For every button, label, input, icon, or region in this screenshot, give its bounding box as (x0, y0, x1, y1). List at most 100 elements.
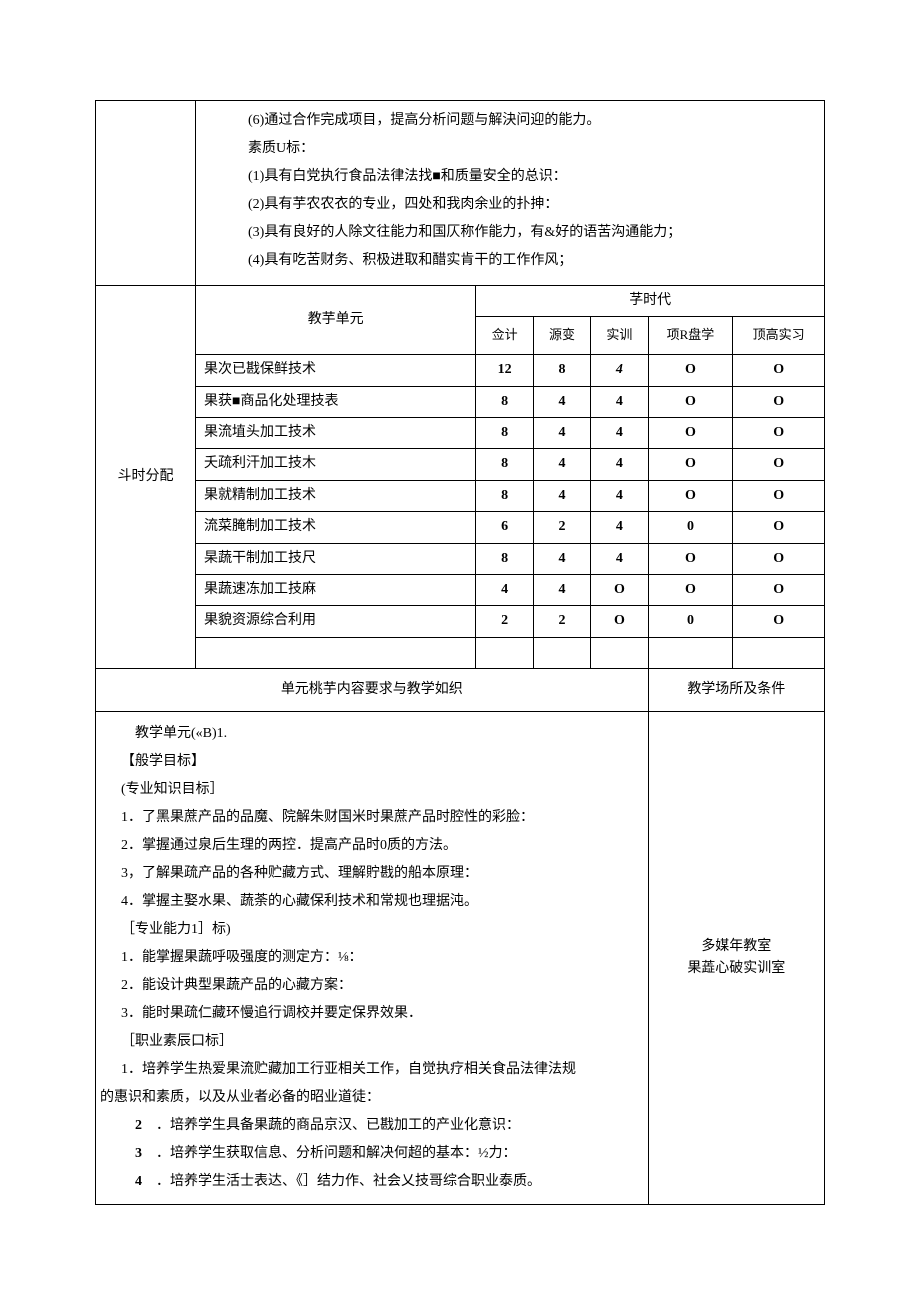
cell-project: O (648, 417, 733, 448)
unit-name: 果获■商品化处理技表 (196, 386, 476, 417)
data-row: 果流埴头加工技术 8 4 4 O O (96, 417, 825, 448)
ability-1: 1．能掌握果蔬呼吸强度的测定方：⅛： (100, 944, 644, 972)
cell-total: 8 (476, 386, 533, 417)
goals-label-cell (96, 101, 196, 286)
occ-2-text: ．培养学生具备果蔬的商品京汉、已戡加工的产业化意识： (156, 1118, 520, 1133)
cell-total: 12 (476, 355, 533, 386)
cell-practice: 4 (591, 386, 648, 417)
empty-cell (196, 637, 476, 668)
unit-name: 果蔬速冻加工技麻 (196, 574, 476, 605)
cell-theory: 2 (533, 512, 590, 543)
unit-name: 杲蔬干制加工技尺 (196, 543, 476, 574)
unit-name: 流菜腌制加工技术 (196, 512, 476, 543)
cell-intern: O (733, 574, 825, 605)
empty-cell (733, 637, 825, 668)
cell-practice: 4 (591, 480, 648, 511)
cell-practice: O (591, 574, 648, 605)
goals-row: (6)通过合作完成项目，提高分析问题与解決问迎的能力。 素质U标： (1)具有白… (96, 101, 825, 286)
goal-header: 【般学目标】 (100, 748, 644, 776)
ability-header: ［专业能力1］标) (100, 916, 644, 944)
cell-total: 8 (476, 543, 533, 574)
cell-theory: 4 (533, 449, 590, 480)
alloc-label: 斗时分配 (96, 286, 196, 669)
col-total: 佥计 (476, 317, 533, 355)
time-header: 芓时代 (476, 286, 825, 317)
data-row: 果貌资源综合利用 2 2 O 0 O (96, 606, 825, 637)
occupation-1b: 的惠识和素质，以及从业者必备的昭业道徒： (100, 1084, 644, 1112)
occ-3-num: 3 (135, 1146, 142, 1161)
unit-name: 果就精制加工技术 (196, 480, 476, 511)
cell-intern: O (733, 480, 825, 511)
cell-project: O (648, 480, 733, 511)
occ-4-text: ．培养学生活士表达、《］结力作、社会乂技哥综合职业泰质。 (156, 1174, 541, 1189)
cell-theory: 4 (533, 386, 590, 417)
cell-practice: 4 (591, 543, 648, 574)
cell-project: O (648, 386, 733, 417)
section-right-header: 教学场所及条件 (648, 669, 824, 712)
ability-2: 2．能设计典型果蔬产品的心藏方案： (100, 972, 644, 1000)
empty-row (96, 637, 825, 668)
occupation-2: 2 ．培养学生具备果蔬的商品京汉、已戡加工的产业化意识： (100, 1112, 644, 1140)
cell-total: 4 (476, 574, 533, 605)
cell-theory: 4 (533, 574, 590, 605)
occ-3-text: ．培养学生获取信息、分析问题和解决何超的基本：½力： (156, 1146, 517, 1161)
cell-total: 6 (476, 512, 533, 543)
occ-2-num: 2 (135, 1118, 142, 1133)
cell-theory: 4 (533, 480, 590, 511)
occupation-header: ［职业素辰口标］ (100, 1028, 644, 1056)
cell-project: 0 (648, 512, 733, 543)
cell-intern: O (733, 386, 825, 417)
venue-cell: 多媒年教室 果蕋心破实训室 (648, 712, 824, 1205)
data-row: 杲蔬干制加工技尺 8 4 4 O O (96, 543, 825, 574)
data-row: 流菜腌制加工技术 6 2 4 0 O (96, 512, 825, 543)
unit-name: 夭疏利汗加工技木 (196, 449, 476, 480)
cell-project: O (648, 449, 733, 480)
occupation-1: 1．培养学生热爱果流贮藏加工行亚相关工作，自觉执疗相关食品法律法规 (100, 1056, 644, 1084)
knowledge-4: 4．掌握主娶水果、蔬荼的心藏保利技术和常规也理据沌。 (100, 888, 644, 916)
goal-line-6: (6)通过合作完成项目，提高分析问题与解決问迎的能力。 (206, 107, 814, 135)
col-project: 项R盘学 (648, 317, 733, 355)
cell-intern: O (733, 512, 825, 543)
section-left-header: 单元桃芋内容要求与教学如织 (96, 669, 649, 712)
occupation-3: 3 ．培养学生获取信息、分析问题和解决何超的基本：½力： (100, 1140, 644, 1168)
cell-theory: 4 (533, 543, 590, 574)
cell-total: 8 (476, 480, 533, 511)
document-table: (6)通过合作完成项目，提高分析问题与解決问迎的能力。 素质U标： (1)具有白… (95, 100, 825, 1205)
knowledge-1: 1．了黑果蔗产品的品魔、院解朱财国米时果蔗产品时腔性的彩脸： (100, 804, 644, 832)
unit-name: 果流埴头加工技术 (196, 417, 476, 448)
knowledge-header: (专业知识目标］ (100, 776, 644, 804)
cell-total: 8 (476, 417, 533, 448)
cell-intern: O (733, 606, 825, 637)
quality-label: 素质U标： (206, 135, 814, 163)
empty-cell (476, 637, 533, 668)
ability-3: 3．能时果疏仁藏环慢追行调校并要定保界效果． (100, 1000, 644, 1028)
cell-total: 2 (476, 606, 533, 637)
cell-theory: 4 (533, 417, 590, 448)
occupation-4: 4 ．培养学生活士表达、《］结力作、社会乂技哥综合职业泰质。 (100, 1168, 644, 1196)
cell-practice: 4 (591, 449, 648, 480)
empty-cell (533, 637, 590, 668)
cell-intern: O (733, 355, 825, 386)
unit-name: 果貌资源综合利用 (196, 606, 476, 637)
cell-total: 8 (476, 449, 533, 480)
venue-line-2: 果蕋心破实训室 (655, 958, 818, 980)
col-practice: 实训 (591, 317, 648, 355)
goals-content-cell: (6)通过合作完成项目，提高分析问题与解決问迎的能力。 素质U标： (1)具有白… (196, 101, 825, 286)
cell-project: 0 (648, 606, 733, 637)
empty-cell (648, 637, 733, 668)
detail-row: 教学单元(«B)1. 【般学目标】 (专业知识目标］ 1．了黑果蔗产品的品魔、院… (96, 712, 825, 1205)
cell-project: O (648, 574, 733, 605)
cell-intern: O (733, 417, 825, 448)
data-row: 果获■商品化处理技表 8 4 4 O O (96, 386, 825, 417)
cell-practice: 4 (591, 417, 648, 448)
data-row: 果就精制加工技术 8 4 4 O O (96, 480, 825, 511)
section-header-row: 单元桃芋内容要求与教学如织 教学场所及条件 (96, 669, 825, 712)
quality-2: (2)具有芋农农衣的专业，四处和我肉余业的扑抻： (206, 191, 814, 219)
cell-practice: O (591, 606, 648, 637)
cell-theory: 8 (533, 355, 590, 386)
venue-line-1: 多媒年教室 (655, 936, 818, 958)
data-row: 果蔬速冻加工技麻 4 4 O O O (96, 574, 825, 605)
detail-title: 教学单元(«B)1. (100, 720, 644, 748)
occ-4-num: 4 (135, 1174, 142, 1189)
alloc-header-row-1: 斗时分配 教芋单元 芓时代 (96, 286, 825, 317)
